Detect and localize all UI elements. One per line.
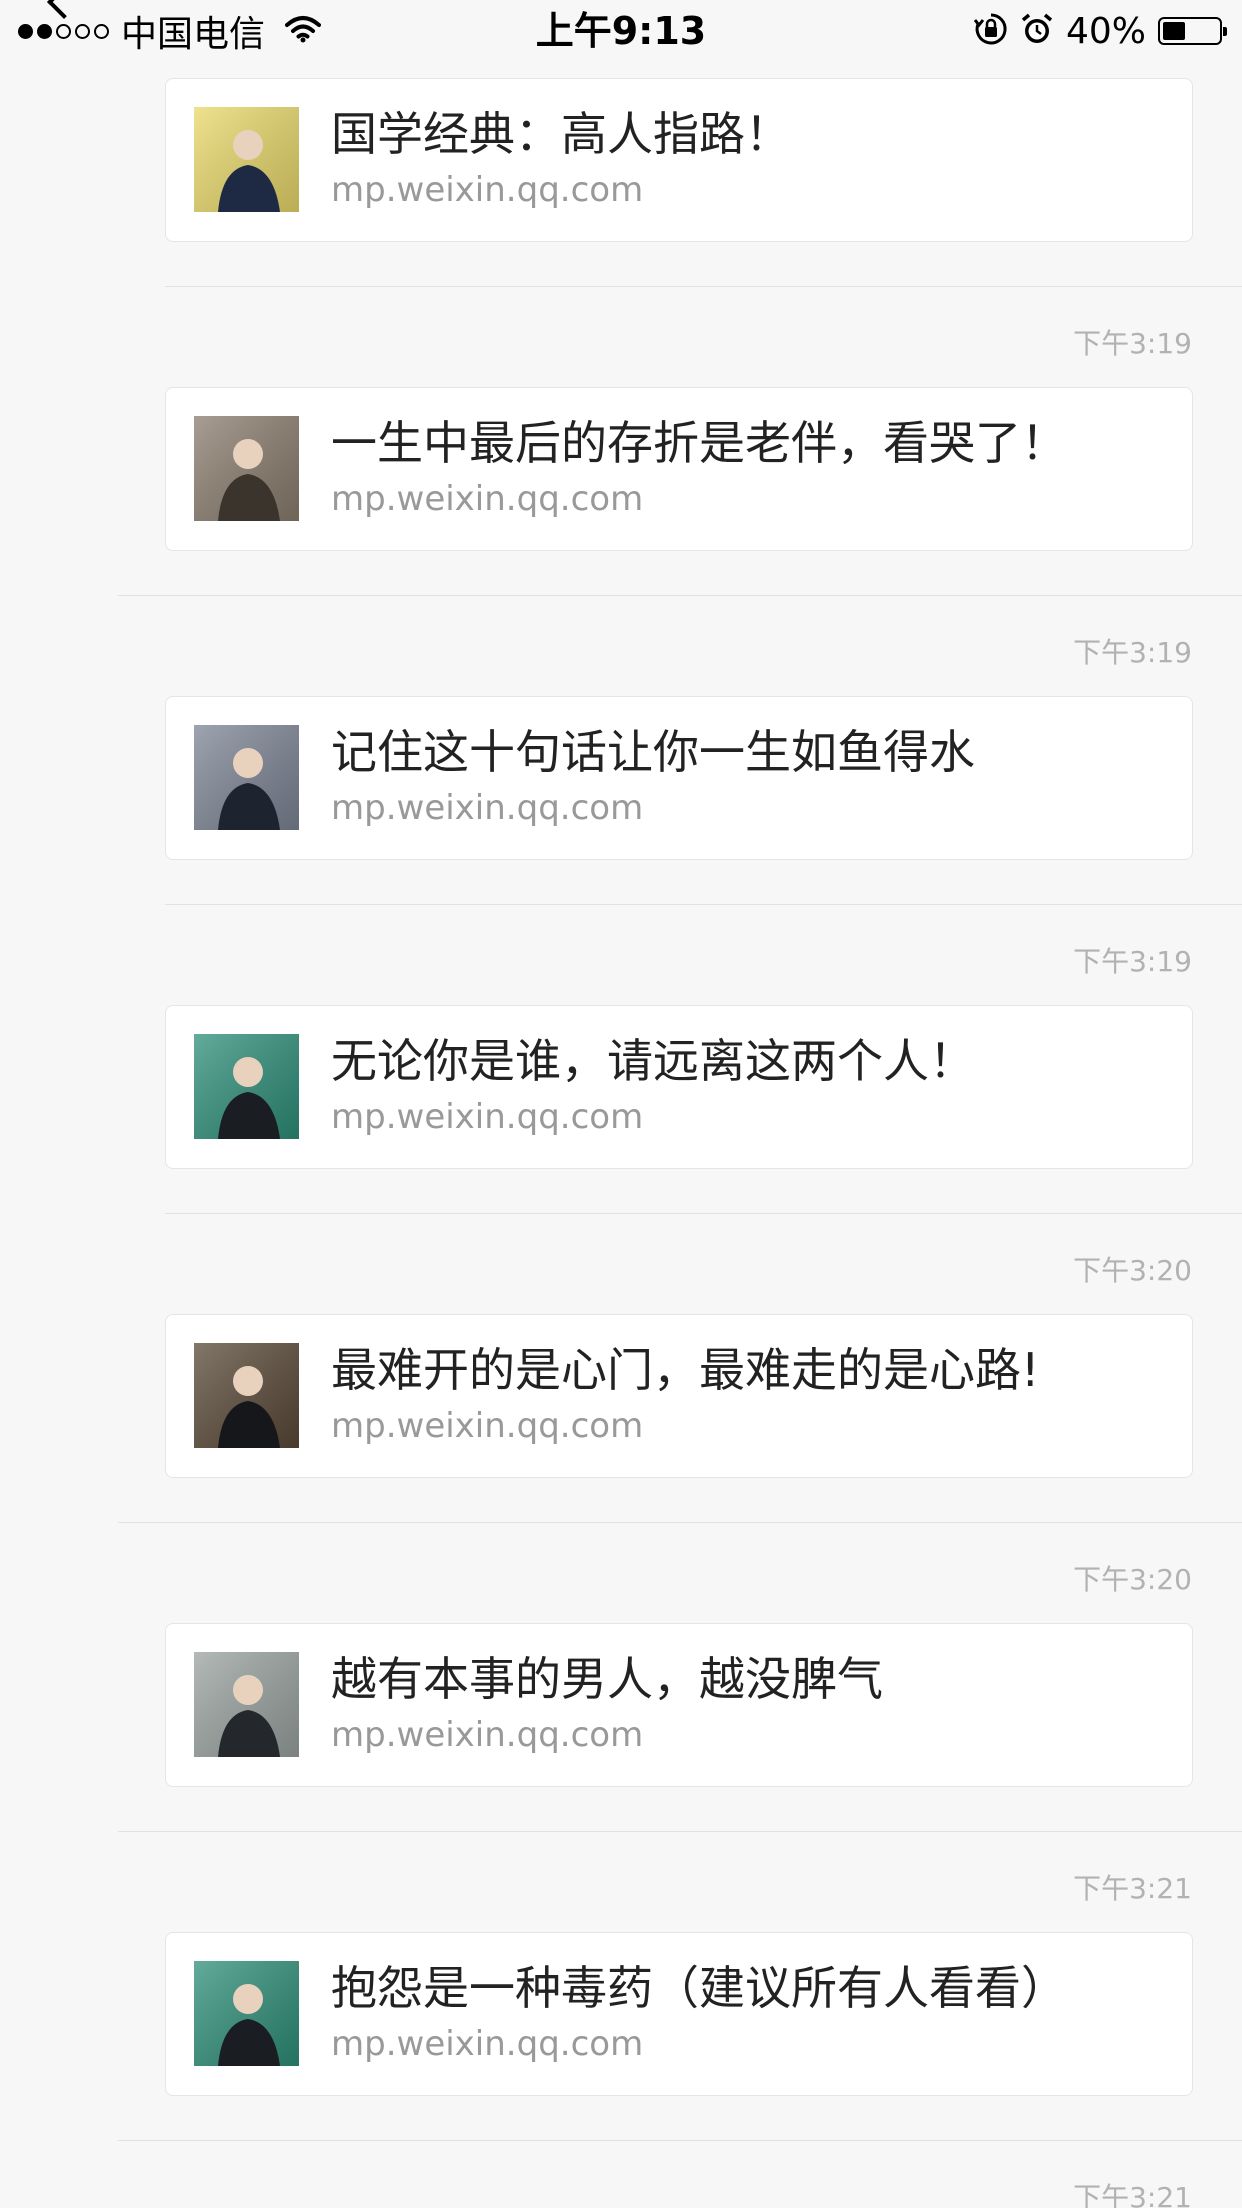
article-thumbnail [194, 107, 299, 212]
battery-level-fill [1163, 22, 1185, 40]
article-title: 无论你是谁，请远离这两个人！ [331, 1034, 975, 1088]
alarm-icon [1020, 12, 1054, 50]
article-card[interactable]: 抱怨是一种毒药（建议所有人看看） mp.weixin.qq.com [165, 1932, 1193, 2096]
article-thumbnail [194, 1961, 299, 2066]
chat-screen: 国学经典：高人指路！ mp.weixin.qq.com 下午3:19 一生中最后的存折… [0, 0, 1242, 2208]
article-card[interactable]: 最难开的是心门，最难走的是心路! mp.weixin.qq.com [165, 1314, 1193, 1478]
article-title: 抱怨是一种毒药（建议所有人看看） [331, 1961, 1067, 2015]
article-card[interactable]: 国学经典：高人指路！ mp.weixin.qq.com [165, 78, 1193, 242]
article-thumbnail [194, 1652, 299, 1757]
message-timestamp: 下午3:20 [1073, 1563, 1192, 1596]
article-thumbnail [194, 1343, 299, 1448]
message-timestamp: 下午3:19 [1073, 327, 1192, 360]
article-title: 越有本事的男人，越没脾气 [331, 1652, 883, 1706]
article-thumbnail [194, 416, 299, 521]
article-card[interactable]: 一生中最后的存折是老伴，看哭了！ mp.weixin.qq.com [165, 387, 1193, 551]
article-source: mp.weixin.qq.com [331, 788, 644, 828]
article-title: 最难开的是心门，最难走的是心路! [331, 1343, 1040, 1397]
article-title: 记住这十句话让你一生如鱼得水 [331, 725, 975, 779]
message-divider [118, 1522, 1242, 1523]
article-source: mp.weixin.qq.com [331, 1097, 644, 1137]
article-source: mp.weixin.qq.com [331, 1406, 644, 1446]
message-divider [118, 595, 1242, 596]
message-timestamp: 下午3:19 [1073, 636, 1192, 669]
message-divider [118, 2140, 1242, 2141]
article-source: mp.weixin.qq.com [331, 2024, 644, 2064]
message-timestamp: 下午3:20 [1073, 1254, 1192, 1287]
rotation-lock-icon [973, 12, 1008, 50]
battery-icon [1158, 17, 1227, 45]
article-source: mp.weixin.qq.com [331, 170, 644, 210]
message-divider [118, 1831, 1242, 1832]
message-timestamp: 下午3:21 [1073, 1872, 1192, 1905]
article-thumbnail [194, 1034, 299, 1139]
status-right: 40% [973, 8, 1227, 54]
article-card[interactable]: 无论你是谁，请远离这两个人！ mp.weixin.qq.com [165, 1005, 1193, 1169]
message-timestamp: 下午3:19 [1073, 945, 1192, 978]
article-title: 国学经典：高人指路！ [331, 107, 791, 161]
message-timestamp: 下午3:21 [1073, 2181, 1192, 2208]
article-title: 一生中最后的存折是老伴，看哭了！ [331, 416, 1067, 470]
battery-percentage: 40% [1065, 10, 1146, 52]
status-bar: 中国电信 上午9:13 40% [0, 0, 1242, 62]
article-source: mp.weixin.qq.com [331, 479, 644, 519]
message-divider [165, 904, 1242, 905]
article-source: mp.weixin.qq.com [331, 1715, 644, 1755]
article-card[interactable]: 越有本事的男人，越没脾气 mp.weixin.qq.com [165, 1623, 1193, 1787]
article-thumbnail [194, 725, 299, 830]
message-divider [165, 286, 1242, 287]
article-card[interactable]: 记住这十句话让你一生如鱼得水 mp.weixin.qq.com [165, 696, 1193, 860]
message-divider [165, 1213, 1242, 1214]
